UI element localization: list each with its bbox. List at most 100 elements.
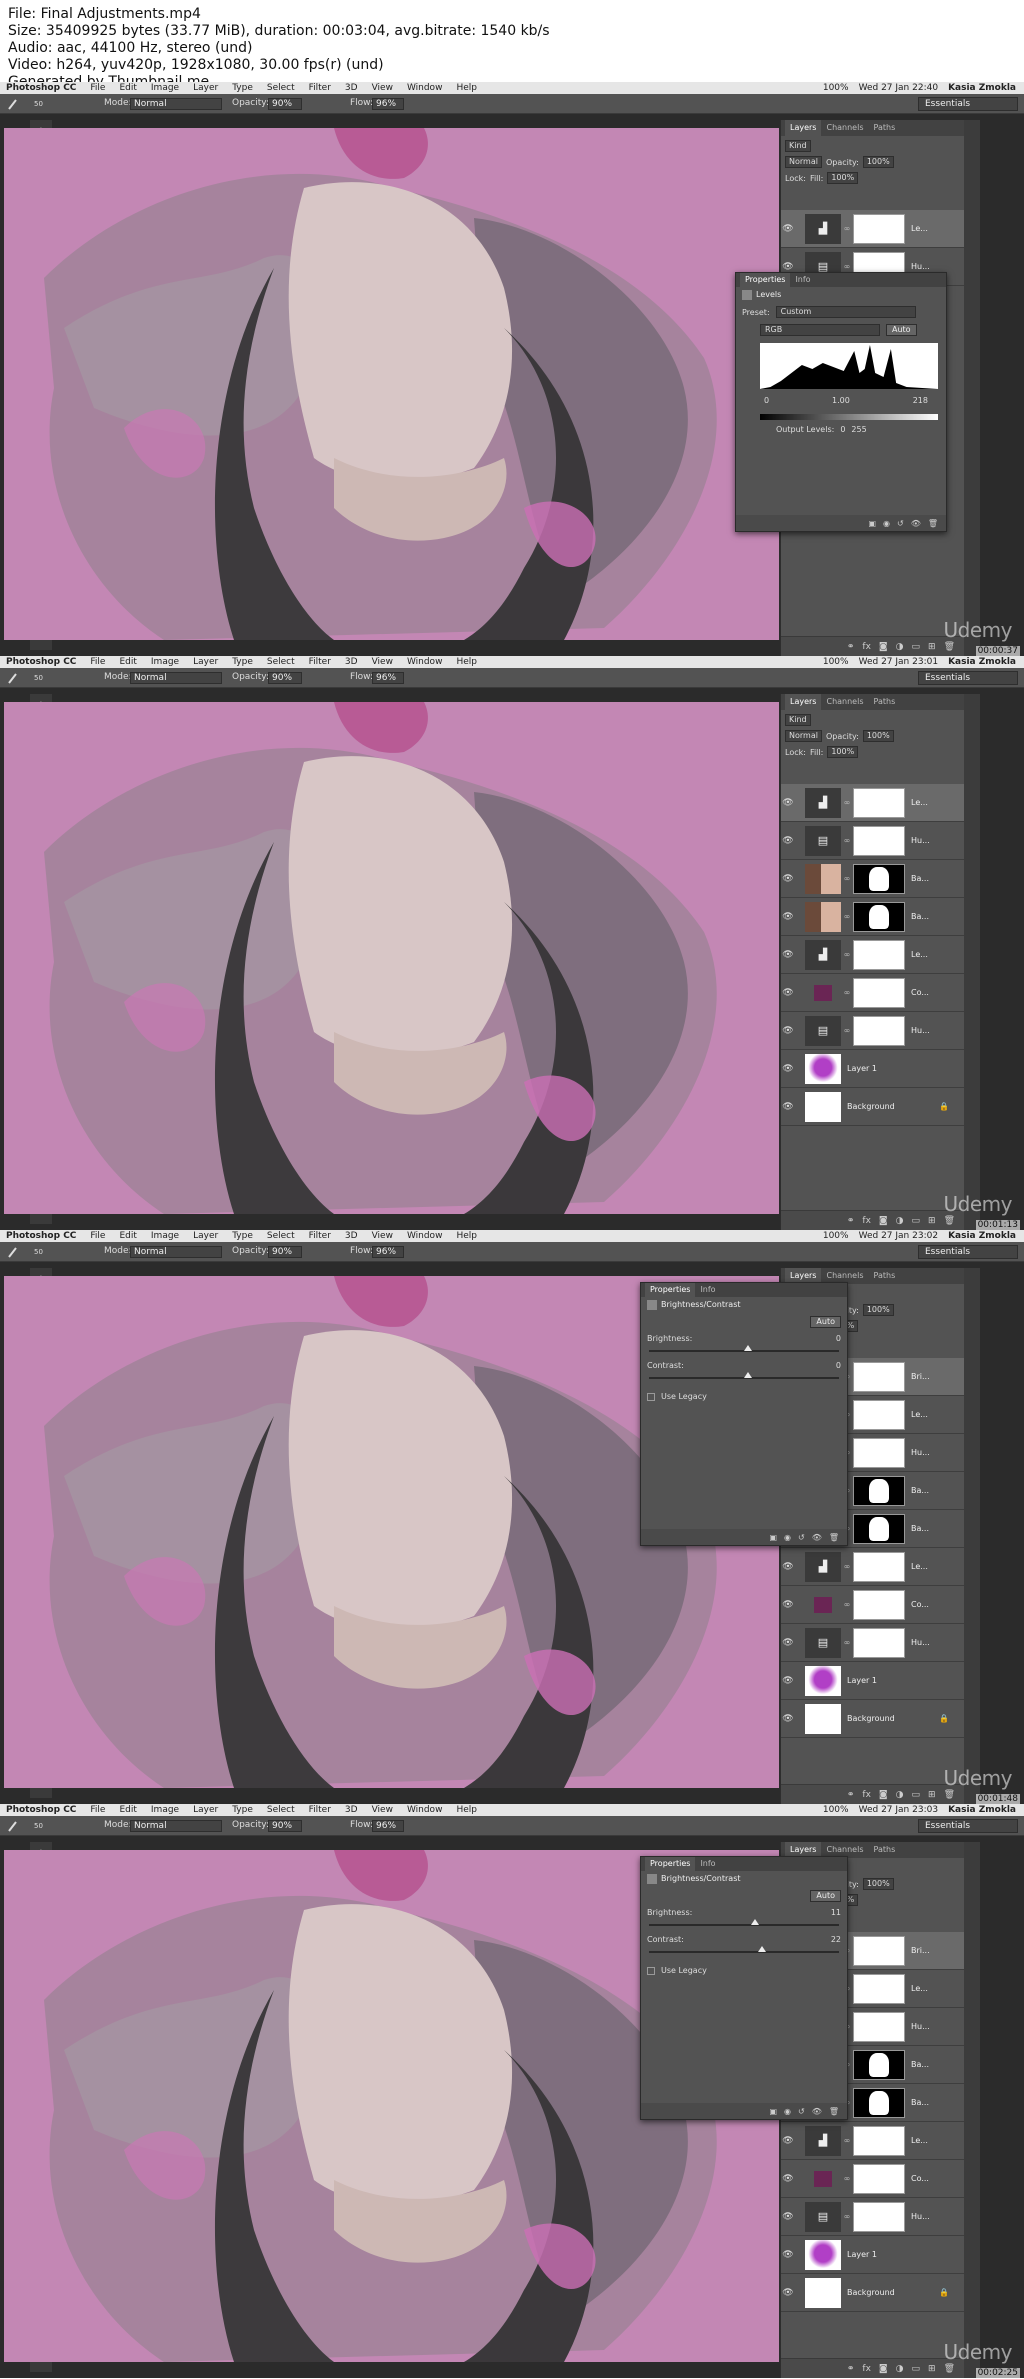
trash-icon[interactable]: 🗑: [944, 2364, 955, 2374]
mask-link-icon[interactable]: ∞: [843, 2212, 851, 2221]
view-previous-icon[interactable]: ◉: [784, 1533, 791, 1542]
mask-link-icon[interactable]: ∞: [843, 874, 851, 883]
layer-row[interactable]: 👁 ∞ Ba...: [781, 898, 965, 936]
layer-mask-thumbnail[interactable]: [853, 2087, 905, 2118]
menu-item[interactable]: Layer: [193, 656, 218, 668]
tab-properties[interactable]: Properties: [740, 273, 791, 287]
layer-row[interactable]: 👁 ▟∞ Le...: [781, 1548, 965, 1586]
layer-name[interactable]: Bri...: [911, 1946, 930, 1955]
menu-item[interactable]: View: [372, 82, 393, 94]
flow-field[interactable]: 96%: [372, 1820, 404, 1832]
tab-layers[interactable]: Layers: [785, 120, 822, 136]
layer-name[interactable]: Le...: [911, 1410, 928, 1419]
fx-icon[interactable]: fx: [862, 1790, 871, 1800]
new-group-icon[interactable]: ▭: [912, 2364, 921, 2374]
tab-paths[interactable]: Paths: [869, 120, 901, 136]
input-white-value[interactable]: 218: [913, 396, 928, 405]
visibility-eye-icon[interactable]: 👁: [781, 1638, 795, 1648]
menu-item[interactable]: Edit: [119, 82, 136, 94]
menu-item[interactable]: Help: [456, 1230, 477, 1242]
menu-item[interactable]: File: [90, 656, 105, 668]
menu-item[interactable]: Filter: [309, 656, 331, 668]
input-black-value[interactable]: 0: [764, 396, 769, 405]
fx-icon[interactable]: fx: [862, 1216, 871, 1226]
layer-row[interactable]: 👁 Background 🔒: [781, 2274, 965, 2312]
menu-item[interactable]: Help: [456, 656, 477, 668]
fill-field[interactable]: 100%: [827, 172, 859, 184]
layer-name[interactable]: Background: [847, 1102, 895, 1111]
add-mask-icon[interactable]: ◙: [879, 1790, 888, 1800]
layer-name[interactable]: Co...: [911, 2174, 929, 2183]
preset-select[interactable]: Custom: [775, 306, 916, 318]
menu-item[interactable]: Filter: [309, 1230, 331, 1242]
mode-select[interactable]: Normal: [130, 1820, 222, 1832]
mask-link-icon[interactable]: ∞: [843, 1638, 851, 1647]
menu-item[interactable]: Select: [267, 656, 295, 668]
layer-name[interactable]: Hu...: [911, 1448, 930, 1457]
visibility-eye-icon[interactable]: 👁: [781, 2136, 795, 2146]
layer-row[interactable]: 👁 ▤∞ Hu...: [781, 1624, 965, 1662]
menu-item[interactable]: Layer: [193, 1804, 218, 1816]
layer-row[interactable]: 👁 ▟∞ Le...: [781, 784, 965, 822]
layer-row[interactable]: 👁 Layer 1: [781, 1050, 965, 1088]
visibility-eye-icon[interactable]: 👁: [781, 262, 795, 272]
layer-row[interactable]: 👁 ∞ Co...: [781, 2160, 965, 2198]
new-group-icon[interactable]: ▭: [912, 642, 921, 652]
mask-link-icon[interactable]: ∞: [843, 798, 851, 807]
layer-mask-thumbnail[interactable]: [853, 1551, 905, 1582]
new-layer-icon[interactable]: ⊞: [928, 1790, 936, 1800]
reset-icon[interactable]: ↺: [798, 2107, 805, 2116]
visibility-eye-icon[interactable]: 👁: [781, 1064, 795, 1074]
delete-adjustment-icon[interactable]: 🗑: [928, 519, 938, 528]
layer-name[interactable]: Ba...: [911, 2098, 929, 2107]
reset-icon[interactable]: ↺: [798, 1533, 805, 1542]
mask-link-icon[interactable]: ∞: [843, 262, 851, 271]
layer-name[interactable]: Le...: [911, 950, 928, 959]
menu-item[interactable]: Image: [151, 656, 179, 668]
user-name[interactable]: Kasia Zmokla: [948, 1230, 1016, 1242]
menu-item[interactable]: Type: [232, 1230, 253, 1242]
layer-name[interactable]: Le...: [911, 1984, 928, 1993]
brightness-slider[interactable]: [649, 1345, 839, 1352]
layer-name[interactable]: Ba...: [911, 1524, 929, 1533]
app-name[interactable]: Photoshop CC: [6, 656, 76, 668]
menu-item[interactable]: File: [90, 82, 105, 94]
menu-item[interactable]: Window: [407, 656, 443, 668]
use-legacy-checkbox[interactable]: [647, 1966, 655, 1975]
layer-name[interactable]: Hu...: [911, 836, 930, 845]
visibility-eye-icon[interactable]: 👁: [781, 2174, 795, 2184]
toggle-visibility-icon[interactable]: 👁: [911, 519, 921, 528]
menu-item[interactable]: Filter: [309, 82, 331, 94]
menu-item[interactable]: Window: [407, 82, 443, 94]
layer-name[interactable]: Hu...: [911, 2212, 930, 2221]
layer-mask-thumbnail[interactable]: [853, 939, 905, 970]
new-layer-icon[interactable]: ⊞: [928, 642, 936, 652]
opacity-field[interactable]: 90%: [268, 98, 302, 110]
menu-item[interactable]: 3D: [345, 82, 358, 94]
adjustment-layer-icon[interactable]: ◑: [896, 642, 904, 652]
input-gamma-value[interactable]: 1.00: [832, 396, 850, 405]
tab-paths[interactable]: Paths: [869, 694, 901, 710]
layer-row[interactable]: 👁 ▤∞ Hu...: [781, 2198, 965, 2236]
opacity-field[interactable]: 90%: [268, 672, 302, 684]
brightness-slider-thumb[interactable]: [744, 1345, 752, 1351]
document-canvas[interactable]: [4, 702, 779, 1214]
output-black-value[interactable]: 0: [840, 425, 845, 434]
menu-item[interactable]: Type: [232, 656, 253, 668]
use-legacy-checkbox[interactable]: [647, 1392, 655, 1401]
flow-field[interactable]: 96%: [372, 672, 404, 684]
mode-select[interactable]: Normal: [130, 1246, 222, 1258]
toggle-visibility-icon[interactable]: 👁: [812, 1533, 822, 1542]
trash-icon[interactable]: 🗑: [944, 1790, 955, 1800]
layer-mask-thumbnail[interactable]: [853, 1589, 905, 1620]
layer-row[interactable]: 👁 Background 🔒: [781, 1088, 965, 1126]
link-layers-icon[interactable]: ⚭: [847, 2364, 855, 2374]
document-canvas[interactable]: [4, 128, 779, 640]
menu-item[interactable]: Type: [232, 1804, 253, 1816]
visibility-eye-icon[interactable]: 👁: [781, 224, 795, 234]
workspace-switcher[interactable]: Essentials: [918, 1819, 1018, 1833]
tab-properties[interactable]: Properties: [645, 1857, 696, 1871]
menu-item[interactable]: Edit: [119, 1804, 136, 1816]
auto-button[interactable]: Auto: [810, 1316, 841, 1328]
layer-row[interactable]: 👁 ▤∞ Hu...: [781, 1012, 965, 1050]
